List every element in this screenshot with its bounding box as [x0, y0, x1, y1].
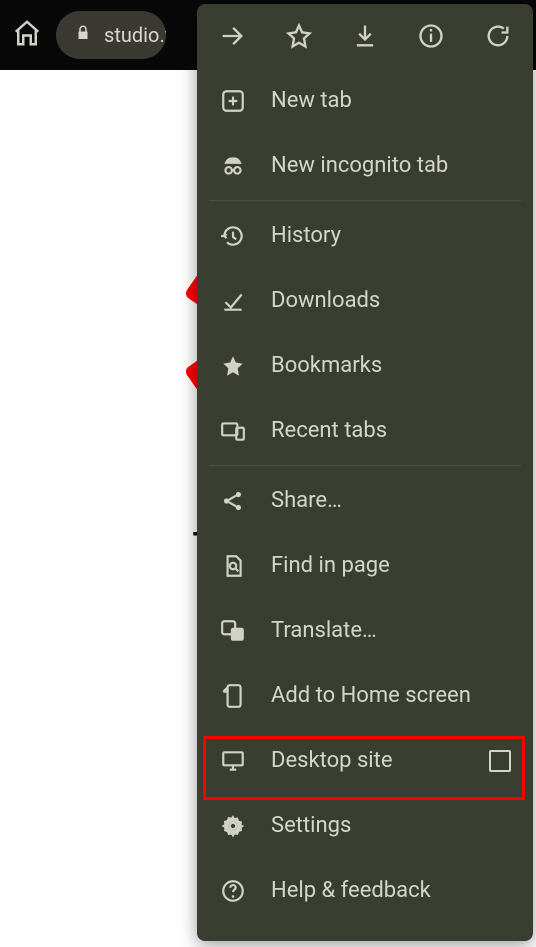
menu-label: Help & feedback: [271, 878, 431, 903]
menu-item-help[interactable]: Help & feedback: [197, 858, 533, 923]
menu-label: Add to Home screen: [271, 683, 471, 708]
menu-item-settings[interactable]: Settings: [197, 793, 533, 858]
share-icon: [219, 488, 247, 514]
menu-item-downloads[interactable]: Downloads: [197, 268, 533, 333]
menu-label: Settings: [271, 813, 351, 838]
star-button[interactable]: [271, 8, 327, 64]
url-bar[interactable]: studio.yo: [56, 11, 166, 59]
menu-item-share[interactable]: Share…: [197, 468, 533, 533]
plus-square-icon: [219, 88, 247, 114]
menu-label: History: [271, 223, 341, 248]
home-icon[interactable]: [12, 18, 42, 52]
menu-action-row: [197, 4, 533, 68]
menu-item-add-home[interactable]: Add to Home screen: [197, 663, 533, 728]
menu-label: Recent tabs: [271, 418, 387, 443]
reload-button[interactable]: [470, 8, 526, 64]
devices-icon: [219, 418, 247, 444]
add-home-icon: [219, 683, 247, 709]
menu-item-translate[interactable]: Translate…: [197, 598, 533, 663]
forward-button[interactable]: [204, 8, 260, 64]
download-check-icon: [219, 288, 247, 314]
menu-label: Translate…: [271, 618, 377, 643]
history-icon: [219, 223, 247, 249]
star-icon: [219, 353, 247, 379]
overflow-menu: New tab New incognito tab History Downlo…: [197, 4, 533, 941]
incognito-icon: [219, 153, 247, 179]
download-button[interactable]: [337, 8, 393, 64]
menu-item-history[interactable]: History: [197, 203, 533, 268]
menu-item-incognito[interactable]: New incognito tab: [197, 133, 533, 198]
gear-icon: [219, 813, 247, 839]
menu-label: Find in page: [271, 553, 390, 578]
menu-label: New tab: [271, 88, 352, 113]
menu-item-new-tab[interactable]: New tab: [197, 68, 533, 133]
tutorial-highlight: [203, 736, 525, 800]
translate-icon: [219, 618, 247, 644]
menu-item-bookmarks[interactable]: Bookmarks: [197, 333, 533, 398]
help-icon: [219, 878, 247, 904]
menu-label: Share…: [271, 488, 342, 513]
lock-icon: [74, 24, 92, 46]
menu-item-find[interactable]: Find in page: [197, 533, 533, 598]
menu-separator: [209, 465, 521, 466]
menu-separator: [209, 200, 521, 201]
menu-item-recent-tabs[interactable]: Recent tabs: [197, 398, 533, 463]
menu-label: New incognito tab: [271, 153, 448, 178]
url-text: studio.yo: [104, 23, 166, 47]
find-page-icon: [219, 553, 247, 579]
menu-label: Downloads: [271, 288, 380, 313]
menu-label: Bookmarks: [271, 353, 382, 378]
info-button[interactable]: [403, 8, 459, 64]
